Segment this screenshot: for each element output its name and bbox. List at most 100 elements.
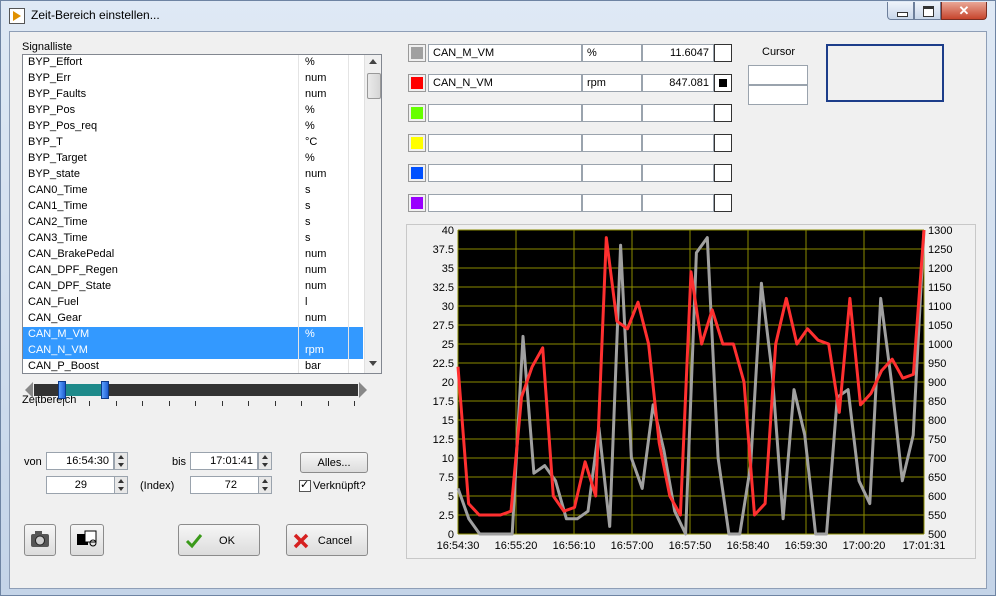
channel-value-field: 11.6047 bbox=[642, 44, 714, 62]
signal-list-row[interactable]: BYP_state num bbox=[23, 167, 363, 183]
signal-unit: % bbox=[305, 152, 315, 164]
signal-list-row[interactable]: CAN2_Time s bbox=[23, 215, 363, 231]
channel-value-field bbox=[642, 104, 714, 122]
alles-button[interactable]: Alles... bbox=[300, 452, 368, 473]
bis-time-spinner[interactable] bbox=[258, 452, 272, 470]
von-index-spinner[interactable] bbox=[114, 476, 128, 494]
signal-list-row[interactable]: CAN3_Time s bbox=[23, 231, 363, 247]
signal-list-row[interactable]: CAN_BrakePedal num bbox=[23, 247, 363, 263]
signal-list-row[interactable]: CAN_M_VM% bbox=[23, 327, 363, 343]
bis-index-spinner[interactable] bbox=[258, 476, 272, 494]
signal-unit: s bbox=[305, 232, 311, 244]
bis-label: bis bbox=[172, 456, 187, 468]
channel-unit-field[interactable]: % bbox=[582, 44, 642, 62]
slider-start-thumb[interactable] bbox=[58, 381, 66, 399]
x-tick-label: 16:56:10 bbox=[553, 540, 596, 552]
channel-checkbox[interactable] bbox=[714, 74, 732, 92]
signal-list-row[interactable]: CAN_P_Boost bar bbox=[23, 359, 363, 373]
bis-time-field[interactable]: 17:01:41 bbox=[190, 452, 258, 470]
y-left-tick-label: 40 bbox=[442, 225, 454, 237]
signal-list-row[interactable]: CAN_DPF_Regen num bbox=[23, 263, 363, 279]
channel-checkbox[interactable] bbox=[714, 164, 732, 182]
signal-list-row[interactable]: BYP_T °C bbox=[23, 135, 363, 151]
ok-button[interactable]: OK bbox=[178, 524, 260, 556]
channel-name-field[interactable] bbox=[428, 164, 582, 182]
channel-name-field[interactable] bbox=[428, 104, 582, 122]
channel-color-swatch[interactable] bbox=[408, 104, 426, 122]
y-right-tick-label: 850 bbox=[928, 396, 946, 408]
plot-settings-icon bbox=[77, 530, 97, 547]
von-time-spinner[interactable] bbox=[114, 452, 128, 470]
close-button[interactable]: ✕ bbox=[941, 2, 987, 20]
camera-button[interactable] bbox=[24, 524, 56, 556]
slider-tick bbox=[168, 401, 170, 406]
y-right-tick-label: 900 bbox=[928, 377, 946, 389]
time-chart[interactable]: 0 5002.5 5505 6007.5 65010 70012.5 75015 80017.… bbox=[406, 224, 980, 564]
cursor-field-1[interactable] bbox=[748, 65, 808, 85]
channel-unit-field[interactable] bbox=[582, 164, 642, 182]
channel-unit-field[interactable] bbox=[582, 194, 642, 212]
slider-tick bbox=[274, 401, 276, 406]
channel-name-field[interactable] bbox=[428, 134, 582, 152]
signal-name: CAN1_Time bbox=[28, 200, 88, 212]
maximize-button[interactable] bbox=[914, 2, 941, 20]
channel-value-field bbox=[642, 164, 714, 182]
signal-list-row[interactable]: BYP_Faults num bbox=[23, 87, 363, 103]
cancel-button[interactable]: Cancel bbox=[286, 524, 368, 556]
signal-list-scrollbar[interactable] bbox=[364, 55, 381, 373]
signal-list-row[interactable]: BYP_Pos_req% bbox=[23, 119, 363, 135]
signal-list[interactable]: CAN_P_Boost bar CAN_N_VM rpm CAN_M_VM% CAN_Ge… bbox=[22, 54, 382, 374]
slider-selected-range[interactable] bbox=[62, 384, 104, 396]
cursor-field-2[interactable] bbox=[748, 85, 808, 105]
channel-unit-field[interactable]: rpm bbox=[582, 74, 642, 92]
signal-name: BYP_Target bbox=[28, 152, 87, 164]
signal-list-row[interactable]: CAN_N_VM rpm bbox=[23, 343, 363, 359]
signal-list-row[interactable]: BYP_Effort% bbox=[23, 55, 363, 71]
slider-end-thumb[interactable] bbox=[101, 381, 109, 399]
signal-list-row[interactable]: CAN_DPF_State num bbox=[23, 279, 363, 295]
scroll-down-icon[interactable] bbox=[369, 361, 377, 366]
signal-list-row[interactable]: BYP_Pos% bbox=[23, 103, 363, 119]
channel-checkbox[interactable] bbox=[714, 194, 732, 212]
channel-color-swatch[interactable] bbox=[408, 194, 426, 212]
channel-name-field[interactable]: CAN_M_VM bbox=[428, 44, 582, 62]
color-swatch-fill bbox=[411, 137, 423, 149]
channel-checkbox[interactable] bbox=[714, 134, 732, 152]
signal-name: CAN_DPF_State bbox=[28, 280, 112, 292]
channel-unit-field[interactable] bbox=[582, 104, 642, 122]
von-time-field[interactable]: 16:54:30 bbox=[46, 452, 114, 470]
title-bar[interactable]: Zeit-Bereich einstellen... ✕ bbox=[1, 1, 995, 29]
color-swatch-fill bbox=[411, 167, 423, 179]
signal-list-row[interactable]: CAN_Fuel l bbox=[23, 295, 363, 311]
channel-color-swatch[interactable] bbox=[408, 164, 426, 182]
plot-settings-button[interactable] bbox=[70, 524, 104, 556]
channel-color-swatch[interactable] bbox=[408, 44, 426, 62]
signal-list-row[interactable]: CAN_Gear num bbox=[23, 311, 363, 327]
slider-left-arrow-icon[interactable] bbox=[25, 382, 33, 398]
y-left-tick-label: 30 bbox=[442, 301, 454, 313]
signal-name: BYP_Pos_req bbox=[28, 120, 98, 132]
verknuepft-checkbox[interactable] bbox=[299, 478, 311, 492]
channel-checkbox[interactable] bbox=[714, 44, 732, 62]
channel-unit-field[interactable] bbox=[582, 134, 642, 152]
signal-unit: num bbox=[305, 72, 327, 84]
channel-name-field[interactable]: CAN_N_VM bbox=[428, 74, 582, 92]
signal-list-row[interactable]: CAN0_Time s bbox=[23, 183, 363, 199]
scroll-up-icon[interactable] bbox=[369, 59, 377, 64]
slider-right-arrow-icon[interactable] bbox=[359, 382, 367, 398]
scroll-thumb[interactable] bbox=[367, 73, 381, 99]
signal-list-row[interactable]: CAN1_Time s bbox=[23, 199, 363, 215]
channel-name-field[interactable] bbox=[428, 194, 582, 212]
minimize-button[interactable] bbox=[887, 2, 914, 20]
channel-color-swatch[interactable] bbox=[408, 134, 426, 152]
signal-list-row[interactable]: BYP_Err num bbox=[23, 71, 363, 87]
signal-unit: % bbox=[305, 104, 315, 116]
signal-unit: % bbox=[305, 328, 315, 340]
y-right-tick-label: 600 bbox=[928, 491, 946, 503]
channel-checkbox[interactable] bbox=[714, 104, 732, 122]
index-label: (Index) bbox=[140, 480, 175, 492]
signal-name: BYP_Faults bbox=[28, 88, 87, 100]
cursor-display-box[interactable] bbox=[826, 44, 944, 102]
signal-list-row[interactable]: BYP_Target% bbox=[23, 151, 363, 167]
channel-color-swatch[interactable] bbox=[408, 74, 426, 92]
